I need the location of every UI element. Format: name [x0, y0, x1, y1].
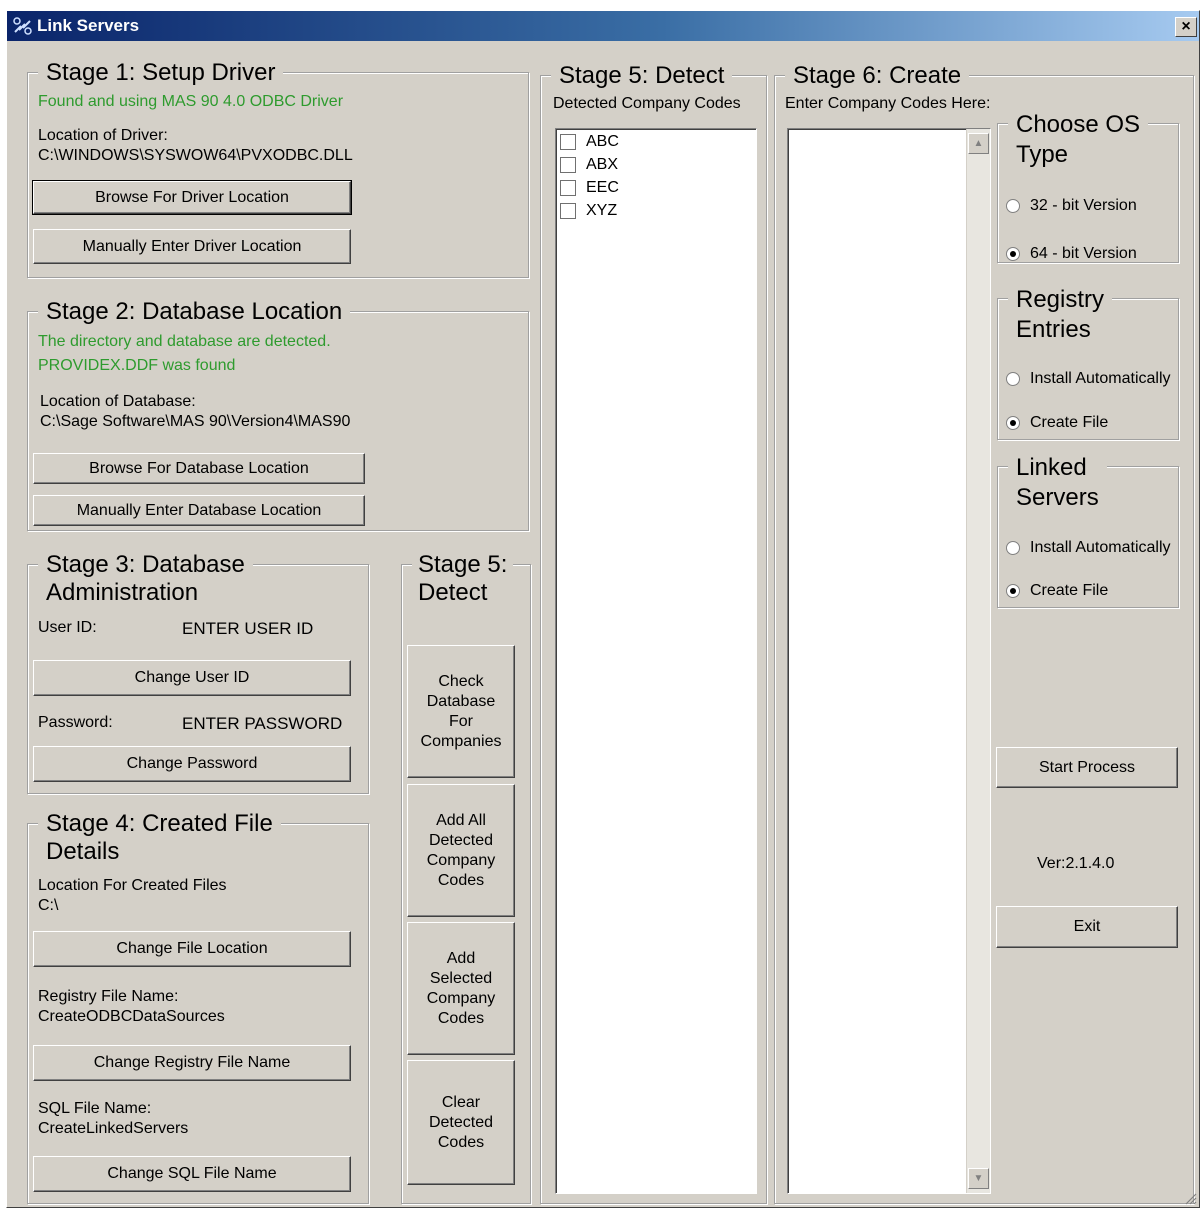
- stage3-group: Stage 3: Database Administration User ID…: [27, 551, 369, 794]
- code-item-abx[interactable]: ABX: [560, 154, 618, 176]
- database-status-line2: PROVIDEX.DDF was found: [38, 357, 236, 374]
- linked-create-file-option[interactable]: Create File: [1006, 581, 1108, 601]
- manual-database-button[interactable]: Manually Enter Database Location: [33, 495, 365, 526]
- radio-button[interactable]: [1006, 541, 1020, 555]
- browse-database-button[interactable]: Browse For Database Location: [33, 453, 365, 484]
- browse-driver-button[interactable]: Browse For Driver Location: [32, 180, 352, 215]
- change-registry-file-button[interactable]: Change Registry File Name: [33, 1045, 351, 1081]
- database-status-line1: The directory and database are detected.: [38, 333, 331, 350]
- checkbox[interactable]: [560, 203, 576, 219]
- sql-file-label: SQL File Name:: [38, 1100, 152, 1117]
- resize-grip-icon[interactable]: [1183, 1191, 1197, 1205]
- company-codes-input[interactable]: ▲ ▼: [787, 128, 991, 1194]
- password-label: Password:: [38, 714, 113, 731]
- radio-button[interactable]: [1006, 199, 1020, 213]
- password-value: ENTER PASSWORD: [182, 714, 343, 733]
- scroll-up-arrow-icon[interactable]: ▲: [968, 133, 989, 154]
- driver-status: Found and using MAS 90 4.0 ODBC Driver: [38, 93, 344, 110]
- clear-detected-codes-button[interactable]: Clear Detected Codes: [407, 1060, 515, 1185]
- change-user-id-button[interactable]: Change User ID: [33, 660, 351, 696]
- change-file-location-button[interactable]: Change File Location: [33, 931, 351, 967]
- stage4-title: Stage 4: Created File Details: [38, 810, 281, 866]
- code-item-xyz[interactable]: XYZ: [560, 200, 617, 222]
- radio-button[interactable]: [1006, 372, 1020, 386]
- stage1-title: Stage 1: Setup Driver: [38, 59, 284, 87]
- close-icon: ×: [1181, 18, 1191, 35]
- radio-button-selected[interactable]: [1006, 416, 1020, 430]
- code-label: EEC: [586, 179, 619, 196]
- checkbox[interactable]: [560, 134, 576, 150]
- code-item-abc[interactable]: ABC: [560, 131, 619, 153]
- title-bar[interactable]: Link Servers ×: [7, 11, 1199, 41]
- registry-create-file-label: Create File: [1030, 414, 1109, 431]
- checkbox[interactable]: [560, 180, 576, 196]
- radio-button-selected[interactable]: [1006, 584, 1020, 598]
- linked-install-option[interactable]: Install Automatically: [1006, 538, 1171, 558]
- scroll-down-arrow-icon[interactable]: ▼: [968, 1168, 989, 1189]
- database-location-label: Location of Database:: [40, 393, 196, 410]
- add-selected-codes-button[interactable]: Add Selected Company Codes: [407, 922, 515, 1055]
- registry-create-file-option[interactable]: Create File: [1006, 413, 1108, 433]
- os-type-group: Choose OS Type 32 - bit Version 64 - bit…: [997, 110, 1179, 264]
- created-files-location-value: C:\: [38, 897, 59, 914]
- registry-file-value: CreateODBCDataSources: [38, 1008, 225, 1025]
- sql-file-value: CreateLinkedServers: [38, 1120, 189, 1137]
- checkbox[interactable]: [560, 157, 576, 173]
- stage2-group: Stage 2: Database Location The directory…: [27, 298, 529, 531]
- stage5-actions-group: Stage 5: Detect Check Database For Compa…: [401, 551, 531, 1204]
- change-password-button[interactable]: Change Password: [33, 746, 351, 782]
- registry-file-label: Registry File Name:: [38, 988, 179, 1005]
- exit-button[interactable]: Exit: [996, 906, 1178, 948]
- enter-codes-label: Enter Company Codes Here:: [785, 95, 991, 112]
- add-all-codes-button[interactable]: Add All Detected Company Codes: [407, 784, 515, 917]
- radio-button-selected[interactable]: [1006, 247, 1020, 261]
- driver-location-value: C:\WINDOWS\SYSWOW64\PVXODBC.DLL: [38, 147, 353, 164]
- driver-location-label: Location of Driver:: [38, 127, 168, 144]
- user-id-label: User ID:: [38, 619, 97, 636]
- check-database-button[interactable]: Check Database For Companies: [407, 645, 515, 778]
- user-id-value: ENTER USER ID: [182, 619, 314, 638]
- linked-servers-title: Linked Servers: [1008, 453, 1107, 513]
- registry-install-label: Install Automatically: [1030, 370, 1171, 387]
- detected-codes-label: Detected Company Codes: [553, 95, 741, 112]
- database-location-value: C:\Sage Software\MAS 90\Version4\MAS90: [40, 413, 351, 430]
- code-label: XYZ: [586, 202, 618, 219]
- detected-codes-list[interactable]: ABC ABX EEC XYZ: [555, 128, 757, 1194]
- company-codes-scrollbar[interactable]: ▲ ▼: [966, 129, 990, 1193]
- linked-create-file-label: Create File: [1030, 582, 1109, 599]
- os-64bit-label: 64 - bit Version: [1030, 245, 1137, 262]
- close-button[interactable]: ×: [1175, 17, 1197, 37]
- stage2-title: Stage 2: Database Location: [38, 298, 351, 326]
- code-label: ABC: [586, 133, 619, 150]
- os-type-title: Choose OS Type: [1008, 110, 1149, 170]
- linked-install-label: Install Automatically: [1030, 539, 1171, 556]
- link-servers-app-icon: [13, 17, 32, 35]
- change-sql-file-button[interactable]: Change SQL File Name: [33, 1156, 351, 1192]
- manual-driver-button[interactable]: Manually Enter Driver Location: [33, 229, 351, 264]
- os-32bit-label: 32 - bit Version: [1030, 197, 1137, 214]
- start-process-button[interactable]: Start Process: [996, 747, 1178, 788]
- registry-entries-group: Registry Entries Install Automatically C…: [997, 285, 1179, 440]
- registry-install-option[interactable]: Install Automatically: [1006, 369, 1171, 389]
- link-servers-window: Link Servers × Stage 1: Setup Driver Fou…: [6, 10, 1200, 1208]
- code-item-eec[interactable]: EEC: [560, 177, 619, 199]
- window-title: Link Servers: [37, 16, 140, 35]
- created-files-location-label: Location For Created Files: [38, 877, 227, 894]
- stage5-detect-title: Stage 5: Detect: [551, 62, 733, 90]
- stage6-group: Stage 6: Create Enter Company Codes Here…: [774, 62, 1194, 1204]
- stage6-title: Stage 6: Create: [785, 62, 970, 90]
- code-label: ABX: [586, 156, 619, 173]
- stage3-title: Stage 3: Database Administration: [38, 551, 253, 607]
- version-label: Ver:2.1.4.0: [1037, 855, 1115, 872]
- stage5-actions-title: Stage 5: Detect: [412, 551, 514, 607]
- os-64bit-option[interactable]: 64 - bit Version: [1006, 244, 1137, 264]
- registry-entries-title: Registry Entries: [1008, 285, 1113, 345]
- stage5-detect-group: Stage 5: Detect Detected Company Codes A…: [540, 62, 767, 1204]
- stage1-group: Stage 1: Setup Driver Found and using MA…: [27, 59, 529, 278]
- stage4-group: Stage 4: Created File Details Location F…: [27, 810, 369, 1204]
- os-32bit-option[interactable]: 32 - bit Version: [1006, 196, 1137, 216]
- linked-servers-group: Linked Servers Install Automatically Cre…: [997, 453, 1179, 608]
